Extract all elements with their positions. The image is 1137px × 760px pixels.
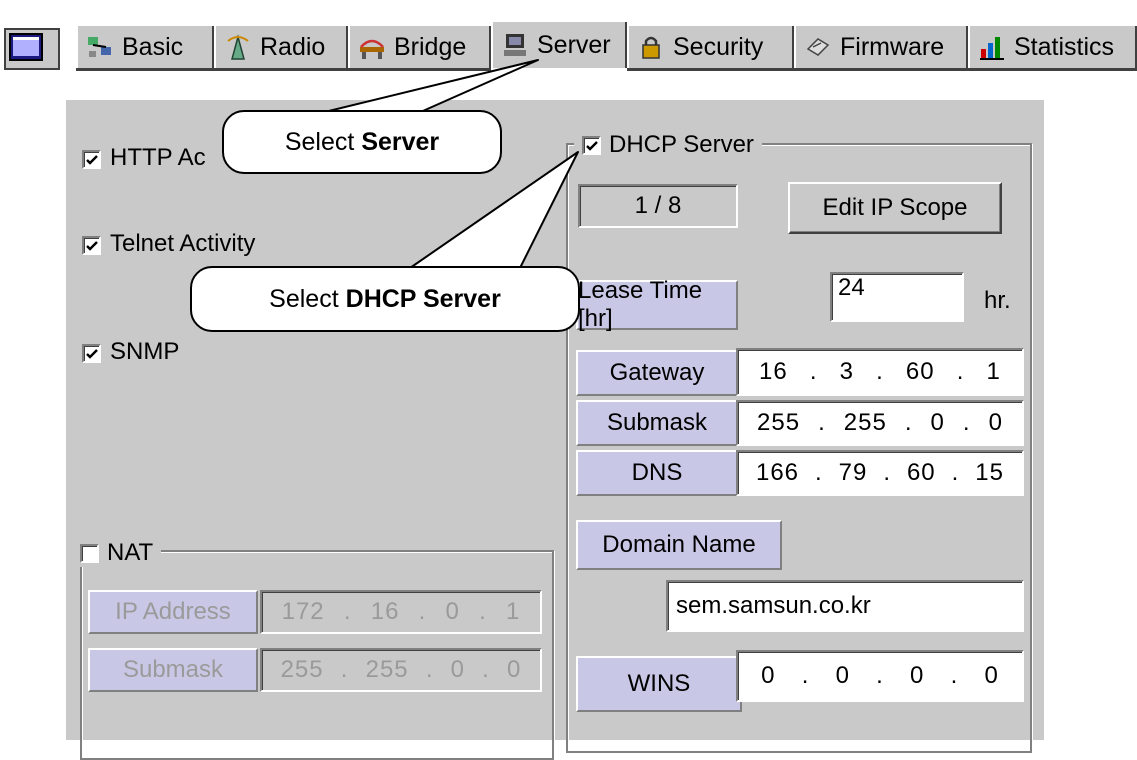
- dhcp-callout-prefix: Select: [269, 284, 339, 313]
- server-callout-bold: Server: [361, 127, 440, 156]
- select-dhcp-server-callout: Select DHCP Server: [190, 266, 580, 332]
- callout-pointers: [299, 59, 579, 269]
- dhcp-callout-bold: DHCP Server: [345, 284, 501, 313]
- select-server-callout: Select Server: [222, 110, 502, 174]
- server-callout-prefix: Select: [284, 127, 355, 156]
